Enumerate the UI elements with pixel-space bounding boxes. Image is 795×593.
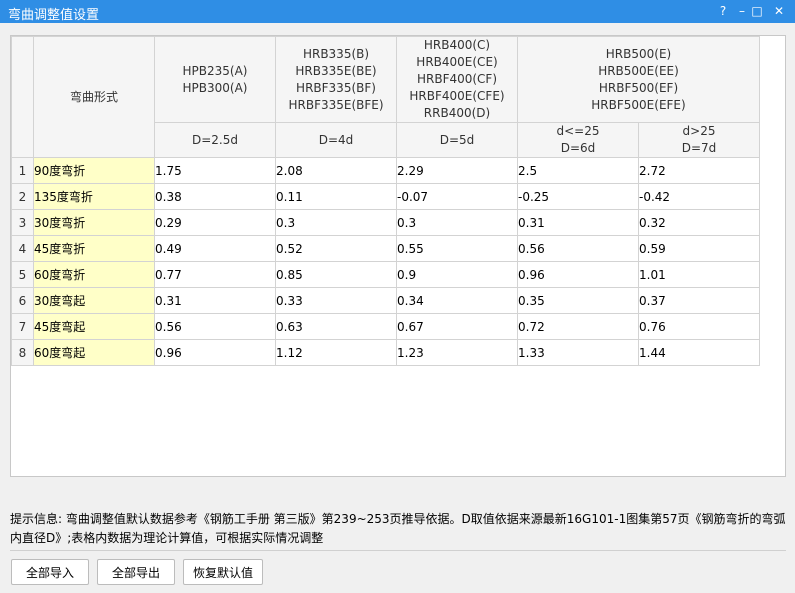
adjustment-value-cell[interactable]: 0.31 — [154, 287, 276, 314]
row-number: 7 — [11, 313, 34, 340]
row-number: 4 — [11, 235, 34, 262]
help-icon: ? — [719, 4, 727, 18]
adjustment-value-cell[interactable]: 0.35 — [517, 287, 639, 314]
column-header-grade: HPB235(A) HPB300(A) — [154, 36, 276, 123]
column-header-diameter: d<=25 D=6d — [517, 122, 639, 158]
adjustment-value-cell[interactable]: -0.07 — [396, 183, 518, 210]
window-title: 弯曲调整值设置 — [8, 8, 100, 23]
row-number: 2 — [11, 183, 34, 210]
row-number: 6 — [11, 287, 34, 314]
bend-type-cell: 60度弯起 — [33, 339, 155, 366]
adjustment-value-cell[interactable]: 2.72 — [638, 157, 760, 184]
adjustment-value-cell[interactable]: 0.37 — [638, 287, 760, 314]
adjustment-value-cell[interactable]: 2.5 — [517, 157, 639, 184]
row-number: 1 — [11, 157, 34, 184]
row-number: 5 — [11, 261, 34, 288]
column-header-grade: HRB500(E) HRB500E(EE) HRBF500(EF) HRBF50… — [517, 36, 760, 123]
bend-type-cell: 90度弯折 — [33, 157, 155, 184]
adjustment-value-cell[interactable]: 2.08 — [275, 157, 397, 184]
restore-default-button[interactable]: 恢复默认值 — [183, 559, 263, 585]
adjustment-value-cell[interactable]: 0.63 — [275, 313, 397, 340]
adjustment-value-cell[interactable]: 0.77 — [154, 261, 276, 288]
table-row: 6 30度弯起 0.31 0.33 0.34 0.35 0.37 — [11, 287, 760, 314]
corner-cell — [11, 36, 34, 158]
maximize-button[interactable]: □ — [748, 2, 766, 20]
hint-text: 提示信息: 弯曲调整值默认数据参考《钢筋工手册 第三版》第239~253页推导依… — [10, 512, 786, 545]
adjustment-value-cell[interactable]: 0.3 — [275, 209, 397, 236]
bend-adjustment-grid[interactable]: 弯曲形式 HPB235(A) HPB300(A) HRB335(B) HRB335E… — [10, 35, 786, 477]
column-header-diameter: D=2.5d — [154, 122, 276, 158]
adjustment-value-cell[interactable]: 1.01 — [638, 261, 760, 288]
adjustment-value-cell[interactable]: 0.34 — [396, 287, 518, 314]
adjustment-value-cell[interactable]: 1.23 — [396, 339, 518, 366]
title-bar: 弯曲调整值设置 ? – □ ✕ — [0, 0, 795, 23]
adjustment-value-cell[interactable]: 0.49 — [154, 235, 276, 262]
adjustment-value-cell[interactable]: 0.55 — [396, 235, 518, 262]
adjustment-value-cell[interactable]: 2.29 — [396, 157, 518, 184]
adjustment-value-cell[interactable]: 0.29 — [154, 209, 276, 236]
adjustment-value-cell[interactable]: 1.75 — [154, 157, 276, 184]
adjustment-value-cell[interactable]: 1.12 — [275, 339, 397, 366]
maximize-icon: □ — [751, 4, 763, 18]
bend-type-cell: 60度弯折 — [33, 261, 155, 288]
column-header-bend-type: 弯曲形式 — [33, 36, 155, 158]
table-row: 7 45度弯起 0.56 0.63 0.67 0.72 0.76 — [11, 313, 760, 340]
adjustment-value-cell[interactable]: 0.9 — [396, 261, 518, 288]
table-row: 5 60度弯折 0.77 0.85 0.9 0.96 1.01 — [11, 261, 760, 288]
table-row: 1 90度弯折 1.75 2.08 2.29 2.5 2.72 — [11, 157, 760, 184]
adjustment-value-cell[interactable]: 0.96 — [154, 339, 276, 366]
bend-type-cell: 45度弯折 — [33, 235, 155, 262]
adjustment-value-cell[interactable]: -0.25 — [517, 183, 639, 210]
adjustment-value-cell[interactable]: 0.11 — [275, 183, 397, 210]
import-all-button[interactable]: 全部导入 — [11, 559, 89, 585]
row-number: 8 — [11, 339, 34, 366]
adjustment-value-cell[interactable]: 0.67 — [396, 313, 518, 340]
bend-table: 弯曲形式 HPB235(A) HPB300(A) HRB335(B) HRB335E… — [11, 36, 760, 366]
adjustment-value-cell[interactable]: 0.38 — [154, 183, 276, 210]
adjustment-value-cell[interactable]: 0.3 — [396, 209, 518, 236]
close-button[interactable]: ✕ — [770, 2, 788, 20]
bend-type-cell: 45度弯起 — [33, 313, 155, 340]
minimize-icon: – — [739, 4, 745, 18]
adjustment-value-cell[interactable]: 0.96 — [517, 261, 639, 288]
column-header-diameter: d>25 D=7d — [638, 122, 760, 158]
adjustment-value-cell[interactable]: 0.32 — [638, 209, 760, 236]
adjustment-value-cell[interactable]: 0.85 — [275, 261, 397, 288]
bend-type-cell: 135度弯折 — [33, 183, 155, 210]
close-icon: ✕ — [773, 4, 785, 18]
column-header-grade: HRB335(B) HRB335E(BE) HRBF335(BF) HRBF33… — [275, 36, 397, 123]
adjustment-value-cell[interactable]: 0.52 — [275, 235, 397, 262]
table-row: 3 30度弯折 0.29 0.3 0.3 0.31 0.32 — [11, 209, 760, 236]
column-header-diameter: D=4d — [275, 122, 397, 158]
bend-type-cell: 30度弯起 — [33, 287, 155, 314]
table-row: 4 45度弯折 0.49 0.52 0.55 0.56 0.59 — [11, 235, 760, 262]
column-header-grade: HRB400(C) HRB400E(CE) HRBF400(CF) HRBF40… — [396, 36, 518, 123]
adjustment-value-cell[interactable]: 1.44 — [638, 339, 760, 366]
adjustment-value-cell[interactable]: 0.76 — [638, 313, 760, 340]
table-row: 2 135度弯折 0.38 0.11 -0.07 -0.25 -0.42 — [11, 183, 760, 210]
divider — [10, 550, 786, 551]
export-all-button[interactable]: 全部导出 — [97, 559, 175, 585]
header-row-grades: 弯曲形式 HPB235(A) HPB300(A) HRB335(B) HRB335E… — [11, 36, 760, 158]
help-button[interactable]: ? — [714, 2, 732, 20]
adjustment-value-cell[interactable]: 0.31 — [517, 209, 639, 236]
adjustment-value-cell[interactable]: 0.56 — [517, 235, 639, 262]
adjustment-value-cell[interactable]: 0.56 — [154, 313, 276, 340]
column-header-diameter: D=5d — [396, 122, 518, 158]
table-row: 8 60度弯起 0.96 1.12 1.23 1.33 1.44 — [11, 339, 760, 366]
adjustment-value-cell[interactable]: 0.72 — [517, 313, 639, 340]
adjustment-value-cell[interactable]: 0.33 — [275, 287, 397, 314]
adjustment-value-cell[interactable]: 1.33 — [517, 339, 639, 366]
adjustment-value-cell[interactable]: -0.42 — [638, 183, 760, 210]
bend-type-cell: 30度弯折 — [33, 209, 155, 236]
row-number: 3 — [11, 209, 34, 236]
adjustment-value-cell[interactable]: 0.59 — [638, 235, 760, 262]
